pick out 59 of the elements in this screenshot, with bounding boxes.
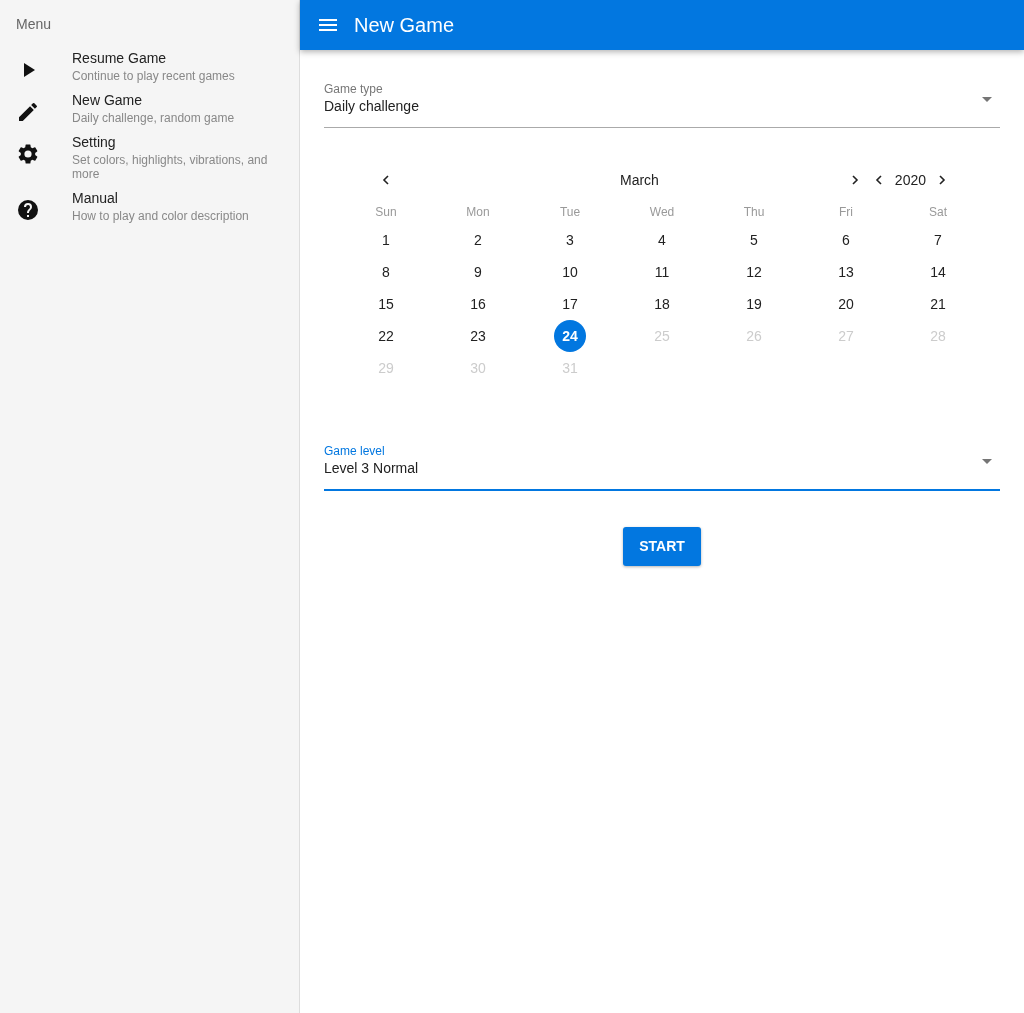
menu-item-subtitle: How to play and color description	[72, 209, 249, 223]
calendar-day[interactable]: 19	[738, 288, 770, 320]
dropdown-caret-icon	[982, 97, 992, 102]
menu-item[interactable]: Resume Game Continue to play recent games	[0, 49, 299, 83]
weekday-label: Tue	[558, 204, 582, 221]
calendar-day[interactable]: 4	[646, 224, 678, 256]
game-type-field[interactable]: Game type Daily challenge	[324, 82, 1000, 128]
calendar-day[interactable]: 10	[554, 256, 586, 288]
calendar-day[interactable]: 17	[554, 288, 586, 320]
settings-icon	[16, 142, 40, 166]
weekday-label: Sun	[374, 204, 398, 221]
menu-item-title: Resume Game	[72, 49, 168, 67]
calendar-day[interactable]: 8	[370, 256, 402, 288]
calendar-day[interactable]: 21	[922, 288, 954, 320]
field-label: Game type	[324, 82, 384, 96]
menu-item-subtitle: Continue to play recent games	[72, 69, 235, 83]
page-title: New Game	[354, 13, 455, 38]
menu-item[interactable]: Manual How to play and color description	[0, 189, 299, 223]
calendar-day[interactable]: 7	[922, 224, 954, 256]
menu-item-subtitle: Set colors, highlights, vibrations, and more	[72, 153, 269, 181]
calendar-day[interactable]: 12	[738, 256, 770, 288]
calendar-day[interactable]: 13	[830, 256, 862, 288]
menu-item-title: New Game	[72, 91, 144, 109]
game-level-field[interactable]: Game level Level 3 Normal	[324, 444, 1000, 491]
weekday-label: Wed	[648, 204, 676, 221]
pencil-icon	[16, 100, 40, 124]
weekday-label: Sat	[928, 204, 948, 221]
calendar-day[interactable]: 23	[462, 320, 494, 352]
field-value: Level 3 Normal	[324, 459, 419, 477]
field-label: Game level	[324, 444, 386, 458]
menu-title: Menu	[15, 15, 53, 34]
calendar-day[interactable]: 15	[370, 288, 402, 320]
menu-item-title: Manual	[72, 189, 119, 207]
month-label: March	[618, 170, 660, 190]
field-value: Daily challenge	[324, 97, 419, 115]
calendar-day[interactable]: 9	[462, 256, 494, 288]
calendar-day[interactable]: 14	[922, 256, 954, 288]
weekday-label: Thu	[742, 204, 766, 221]
menu-item[interactable]: New Game Daily challenge, random game	[0, 91, 299, 125]
calendar-day[interactable]: 2	[462, 224, 494, 256]
help-icon	[16, 198, 40, 222]
menu-item[interactable]: Setting Set colors, highlights, vibrations, and more	[0, 133, 299, 181]
calendar-day[interactable]: 5	[738, 224, 770, 256]
calendar-day[interactable]: 16	[462, 288, 494, 320]
menu-item-subtitle: Daily challenge, random game	[72, 111, 235, 125]
menu-item-title: Setting	[72, 133, 117, 151]
dropdown-caret-icon	[982, 459, 992, 464]
calendar-day[interactable]: 22	[370, 320, 402, 352]
weekday-label: Mon	[465, 204, 491, 221]
calendar-day[interactable]: 11	[646, 256, 678, 288]
calendar-day[interactable]: 20	[830, 288, 862, 320]
calendar-day[interactable]: 18	[646, 288, 678, 320]
weekday-label: Fri	[838, 204, 854, 221]
calendar-day[interactable]: 1	[370, 224, 402, 256]
calendar-day[interactable]: 24	[554, 320, 586, 352]
year-label: 2020	[894, 170, 926, 190]
calendar-day[interactable]: 6	[830, 224, 862, 256]
calendar-day[interactable]: 3	[554, 224, 586, 256]
start-button[interactable]: START	[623, 527, 701, 566]
